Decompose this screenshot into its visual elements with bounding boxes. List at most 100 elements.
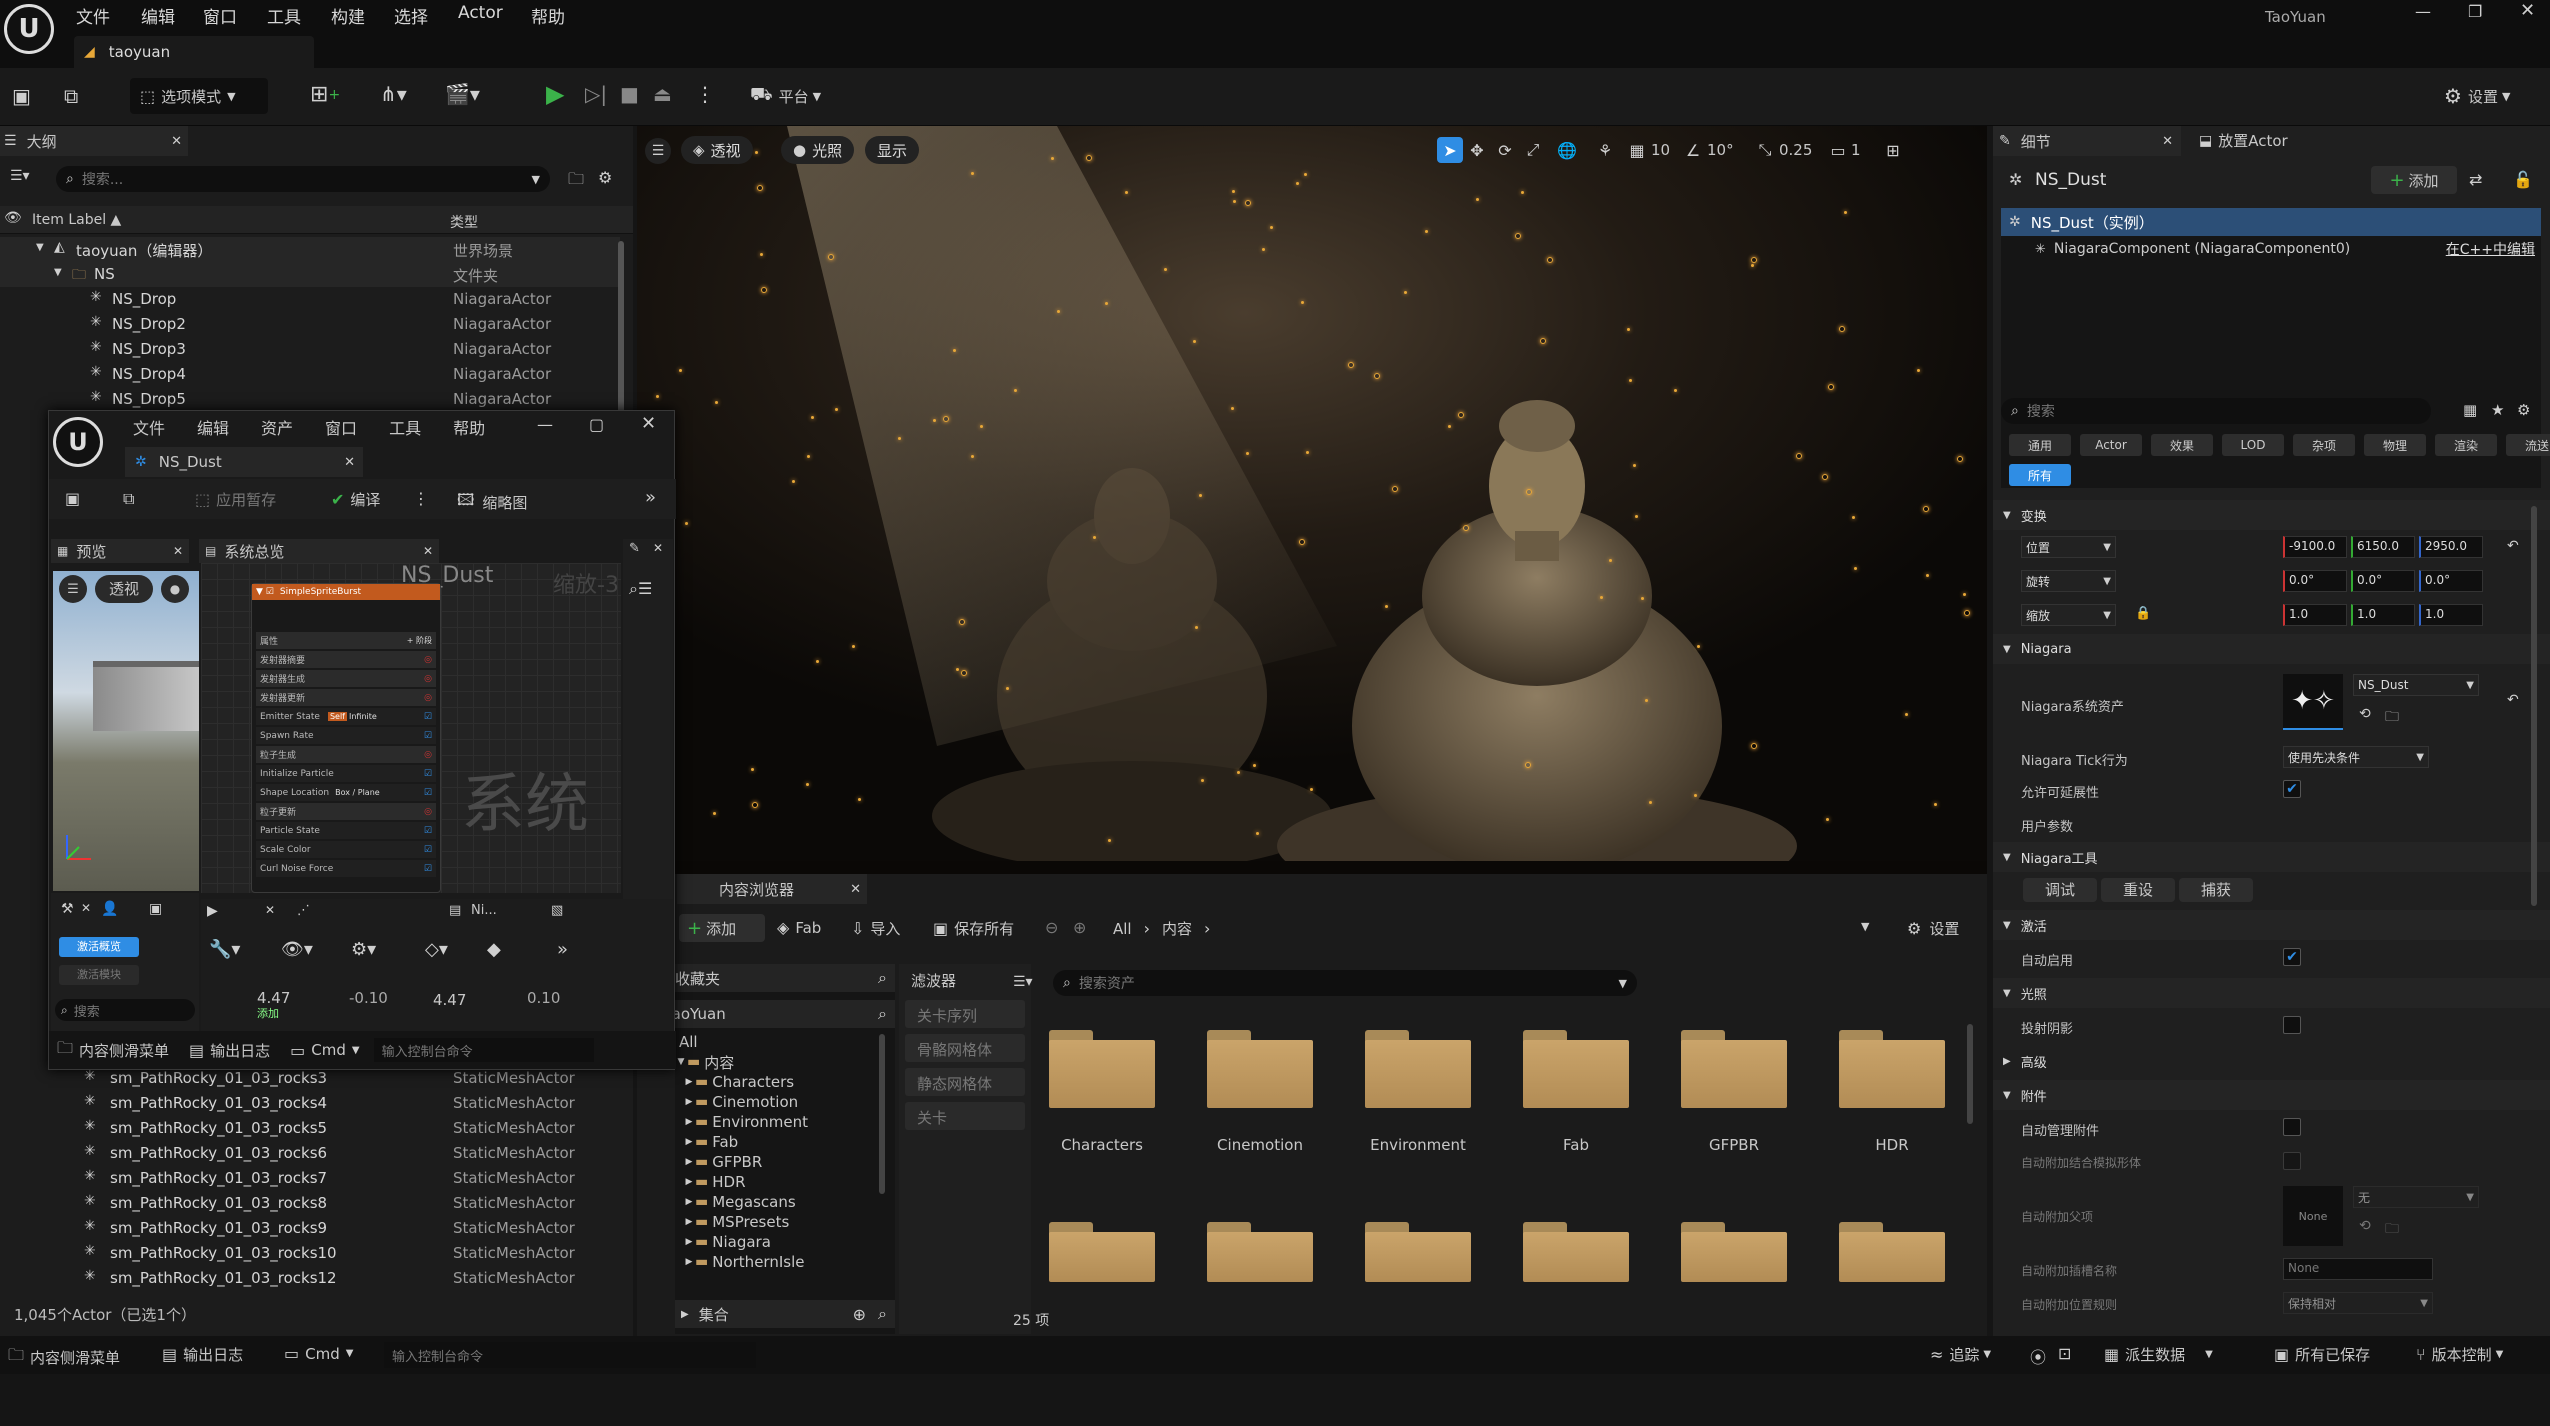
outliner-tab[interactable]: ☰ 大纲 ✕ bbox=[0, 126, 188, 156]
chevron-down-icon[interactable]: ▼ bbox=[36, 242, 44, 253]
category-2[interactable]: 效果 bbox=[2151, 434, 2213, 456]
add-actor-icon[interactable]: ⊞ + bbox=[310, 82, 340, 107]
folder-icon[interactable] bbox=[1523, 1222, 1629, 1282]
folder-tree-item[interactable]: ▶ ▬ Cinemotion bbox=[675, 1092, 875, 1112]
user-icon[interactable]: 👤 bbox=[101, 901, 118, 917]
category-6[interactable]: 渲染 bbox=[2435, 434, 2497, 456]
outliner-row[interactable]: ✳ NS_Drop NiagaraActor bbox=[0, 287, 620, 312]
scale-snap-icon[interactable]: ⤡ bbox=[1751, 140, 1779, 160]
niagara-drawer-label[interactable]: 内容侧滑菜单 bbox=[79, 1040, 169, 1061]
location-x[interactable]: -9100.0 bbox=[2283, 536, 2347, 558]
visibility-icon[interactable]: 👁 bbox=[4, 210, 22, 226]
location-rule-dropdown[interactable]: 保持相对 ▼ bbox=[2283, 1292, 2433, 1314]
cmd-icon[interactable]: ▭ bbox=[290, 1041, 305, 1060]
folder-tree-item[interactable]: ▶ ▬ Environment bbox=[675, 1112, 875, 1132]
stack-row[interactable]: 粒子生成 ◎ bbox=[256, 746, 436, 763]
folder-icon[interactable] bbox=[1365, 1222, 1471, 1282]
thumbnail-button[interactable]: 🖾 缩略图 bbox=[457, 489, 527, 516]
folder-icon[interactable] bbox=[1839, 1222, 1945, 1282]
world-space-icon[interactable]: 🌐 bbox=[1547, 141, 1587, 160]
category-0[interactable]: 通用 bbox=[2009, 434, 2071, 456]
version-control-button[interactable]: ⑂ 版本控制 ▼ bbox=[2416, 1344, 2503, 1365]
collections-header[interactable]: ▶ 集合 ⊕ ⌕ bbox=[675, 1300, 895, 1328]
preview-tab[interactable]: ▦ 预览 ✕ bbox=[51, 539, 189, 563]
stack-add-button[interactable]: + 阶段 bbox=[407, 635, 432, 646]
asset-folder[interactable]: HDR bbox=[1817, 1022, 1967, 1162]
maximize-icon[interactable]: ❐ bbox=[2468, 2, 2482, 21]
preview-perspective-button[interactable]: 透视 bbox=[95, 575, 153, 603]
saved-button[interactable]: ▣ 所有已保存 bbox=[2274, 1344, 2370, 1365]
browse-asset-icon[interactable]: ⟲ bbox=[2359, 706, 2371, 722]
unreal-logo-icon[interactable]: U bbox=[4, 4, 54, 54]
wrench-icon[interactable]: 🔧▾ bbox=[209, 939, 240, 960]
filter-icon[interactable]: ☰▾ bbox=[1013, 974, 1033, 990]
asset-folder[interactable]: Cinemotion bbox=[1185, 1022, 1335, 1162]
niagara-menu-window[interactable]: 窗口 bbox=[325, 415, 357, 439]
menu-actor[interactable]: Actor bbox=[458, 3, 503, 23]
stack-row[interactable]: Scale Color ☑ bbox=[256, 841, 436, 858]
output-log-button[interactable]: ▤ 输出日志 bbox=[162, 1344, 243, 1365]
filter-item[interactable]: 静态网格体 bbox=[905, 1068, 1025, 1096]
outliner-row[interactable]: ▼ 🗀 NS 文件夹 bbox=[0, 262, 620, 287]
timeline-tab[interactable]: Ni... bbox=[471, 903, 497, 918]
niagara-asset-tab[interactable]: ✲ NS_Dust ✕ bbox=[125, 447, 363, 477]
stage-status-icon[interactable]: ◎ bbox=[424, 693, 432, 703]
lighting-section[interactable]: ▼ 光照 bbox=[1993, 978, 2550, 1008]
folder-tree-item[interactable]: ▶ ▬ GFPBR bbox=[675, 1152, 875, 1172]
outliner-row[interactable]: ▼ ◭ taoyuan（编辑器） 世界场景 bbox=[0, 237, 620, 262]
instance-row[interactable]: ✲ NS_Dust（实例） bbox=[2001, 208, 2541, 236]
stack-row[interactable]: Emitter State Self Infinite ☑ bbox=[256, 708, 436, 725]
mode-select-button[interactable]: ⬚ 选项模式 ▼ bbox=[130, 78, 268, 114]
category-7[interactable]: 流送 bbox=[2506, 434, 2550, 456]
menu-select[interactable]: 选择 bbox=[394, 3, 428, 28]
stage-status-icon[interactable]: ◎ bbox=[424, 807, 432, 817]
capture-button[interactable]: 捕获 bbox=[2179, 878, 2253, 902]
socket-name-field[interactable]: None bbox=[2283, 1258, 2433, 1280]
scale-tool-icon[interactable]: ⤢ bbox=[1519, 140, 1547, 160]
stack-row[interactable]: 属性 + 阶段 bbox=[256, 632, 436, 649]
star-icon[interactable]: ★ bbox=[2491, 401, 2504, 419]
breadcrumb-content[interactable]: 内容 bbox=[1162, 918, 1192, 939]
location-z[interactable]: 2950.0 bbox=[2419, 536, 2483, 558]
preview-tool-icon[interactable]: ⚒ bbox=[61, 901, 74, 917]
grid-snap-value[interactable]: 10 bbox=[1651, 141, 1679, 159]
category-1[interactable]: Actor bbox=[2080, 434, 2142, 456]
new-folder-icon[interactable]: 🗀 bbox=[568, 168, 584, 195]
log-icon[interactable]: ▤ bbox=[189, 1041, 204, 1060]
asset-dropdown[interactable]: NS_Dust ▼ bbox=[2353, 674, 2479, 696]
scale-dropdown[interactable]: 缩放 ▼ bbox=[2021, 604, 2116, 626]
auto-manage-checkbox[interactable] bbox=[2283, 1118, 2301, 1136]
compile-button[interactable]: ✔ 编译 bbox=[331, 489, 380, 510]
stack-row[interactable]: Spawn Rate ☑ bbox=[256, 727, 436, 744]
folder-tree-item[interactable]: ▶ ▬ Characters bbox=[675, 1072, 875, 1092]
close-tab-icon[interactable]: ✕ bbox=[173, 544, 183, 558]
cinematics-icon[interactable]: 🎬▾ bbox=[445, 82, 480, 106]
menu-file[interactable]: 文件 bbox=[76, 3, 110, 28]
bug-icon[interactable]: ⚙▾ bbox=[351, 939, 376, 960]
folder-tree-item[interactable]: ▶ ▬ NorthernIsle bbox=[675, 1252, 875, 1272]
niagara-menu-asset[interactable]: 资产 bbox=[261, 415, 293, 439]
asset-folder[interactable]: Environment bbox=[1343, 1022, 1493, 1162]
timeline-add[interactable]: 添加 bbox=[257, 1005, 279, 1021]
stop-icon[interactable]: ■ bbox=[620, 82, 639, 106]
save-all-button[interactable]: ▣ 保存所有 bbox=[933, 918, 1014, 939]
details-tab[interactable]: ✎ 细节 ✕ bbox=[1993, 126, 2181, 156]
scale-z[interactable]: 1.0 bbox=[2419, 604, 2483, 626]
curve-editor-icon[interactable]: ▧ bbox=[551, 903, 563, 918]
trace-button[interactable]: ≈ 追踪 ▼ bbox=[1930, 1344, 1991, 1365]
surface-snap-icon[interactable]: ⚘ bbox=[1587, 141, 1623, 160]
close-tab-icon[interactable]: ✕ bbox=[344, 455, 355, 470]
lock-ratio-icon[interactable]: 🔒 bbox=[2135, 606, 2151, 621]
project-tab[interactable]: ◢ taoyuan bbox=[74, 36, 314, 68]
filter-item[interactable]: 关卡序列 bbox=[905, 1000, 1025, 1028]
asset-thumbnail[interactable]: ✦✧ bbox=[2283, 674, 2343, 730]
grid-snap-icon[interactable]: ▦ bbox=[1623, 141, 1651, 160]
stack-row[interactable]: Curl Noise Force ☑ bbox=[256, 860, 436, 877]
folder-tree-item[interactable]: ▶ ▬ Megascans bbox=[675, 1192, 875, 1212]
timeline-icon[interactable]: ▤ bbox=[449, 903, 461, 918]
table-view-icon[interactable]: ▦ bbox=[2463, 401, 2477, 419]
filter-item[interactable]: 关卡 bbox=[905, 1102, 1025, 1130]
gear-icon[interactable]: ⚙ bbox=[598, 168, 612, 187]
maximize-viewport-icon[interactable]: ⊞ bbox=[1879, 141, 1907, 160]
close-tab-icon[interactable]: ✕ bbox=[850, 882, 861, 897]
